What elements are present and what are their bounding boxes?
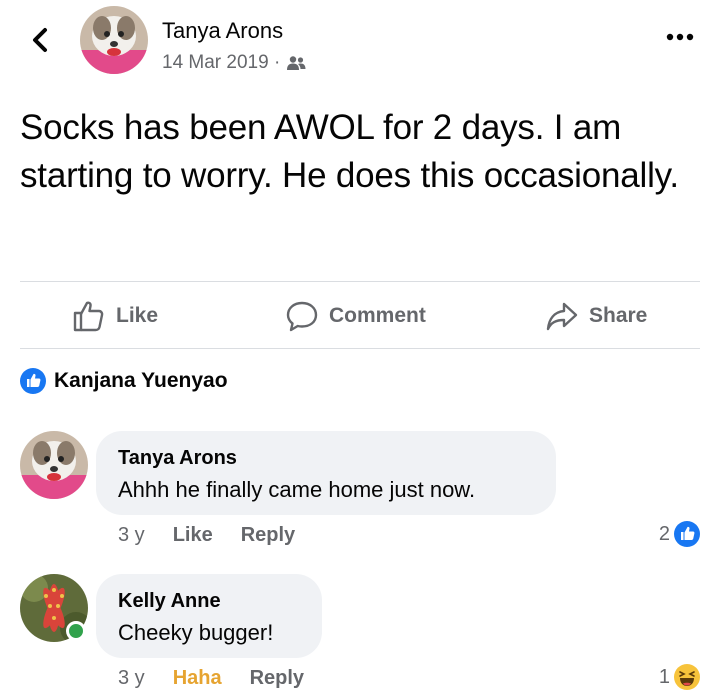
share-label: Share xyxy=(589,304,648,327)
thumbs-up-icon xyxy=(73,301,104,332)
comment-bubble[interactable]: Tanya Arons Ahhh he finally came home ju… xyxy=(96,431,556,515)
author-name[interactable]: Tanya Arons xyxy=(162,18,283,44)
comment-like-button[interactable]: Like xyxy=(173,524,213,547)
reaction-count: 1 xyxy=(658,665,670,688)
divider-top xyxy=(20,281,700,282)
friends-icon xyxy=(287,56,306,70)
author-avatar[interactable] xyxy=(80,6,148,74)
share-button[interactable]: Share xyxy=(545,294,647,338)
more-options-icon[interactable] xyxy=(666,30,694,42)
reaction-names: Kanjana Yuenyao xyxy=(54,369,228,392)
reaction-count: 2 xyxy=(658,522,670,545)
reaction-summary[interactable]: Kanjana Yuenyao xyxy=(20,368,228,394)
comment-author[interactable]: Tanya Arons xyxy=(118,443,534,473)
like-button[interactable]: Like xyxy=(72,294,158,338)
comment-time[interactable]: 3 y xyxy=(118,667,145,690)
comment-haha-button[interactable]: Haha xyxy=(173,667,222,690)
comment-actions: 3 y Haha Reply xyxy=(118,667,304,690)
online-status-badge xyxy=(66,621,86,641)
comment-reply-button[interactable]: Reply xyxy=(250,667,304,690)
comment-button[interactable]: Comment xyxy=(285,294,426,338)
comment-actions: 3 y Like Reply xyxy=(118,524,295,547)
commenter-avatar[interactable] xyxy=(20,431,88,499)
comment-reaction-count[interactable]: 2 xyxy=(659,521,700,547)
like-reaction-icon xyxy=(674,521,700,547)
comment-text: Cheeky bugger! xyxy=(118,620,274,645)
comment-time[interactable]: 3 y xyxy=(118,524,145,547)
haha-reaction-icon xyxy=(674,664,700,690)
comment-reaction-count[interactable]: 1 xyxy=(659,664,700,690)
post-meta: 14 Mar 2019 · xyxy=(162,52,306,74)
like-reaction-icon xyxy=(20,368,46,394)
like-label: Like xyxy=(116,304,159,327)
comment-label: Comment xyxy=(329,304,426,327)
post-date[interactable]: 14 Mar 2019 · xyxy=(162,52,280,74)
divider-bottom xyxy=(20,348,700,349)
share-icon xyxy=(546,302,578,331)
post-header: Tanya Arons 14 Mar 2019 · xyxy=(0,0,720,84)
post-text: Socks has been AWOL for 2 days. I am sta… xyxy=(20,108,679,195)
comment-author[interactable]: Kelly Anne xyxy=(118,586,300,616)
comment-reply-button[interactable]: Reply xyxy=(241,524,295,547)
comment-icon xyxy=(286,301,318,332)
back-icon[interactable] xyxy=(26,22,54,58)
comment-text: Ahhh he finally came home just now. xyxy=(118,477,476,502)
comment-bubble[interactable]: Kelly Anne Cheeky bugger! xyxy=(96,574,322,658)
